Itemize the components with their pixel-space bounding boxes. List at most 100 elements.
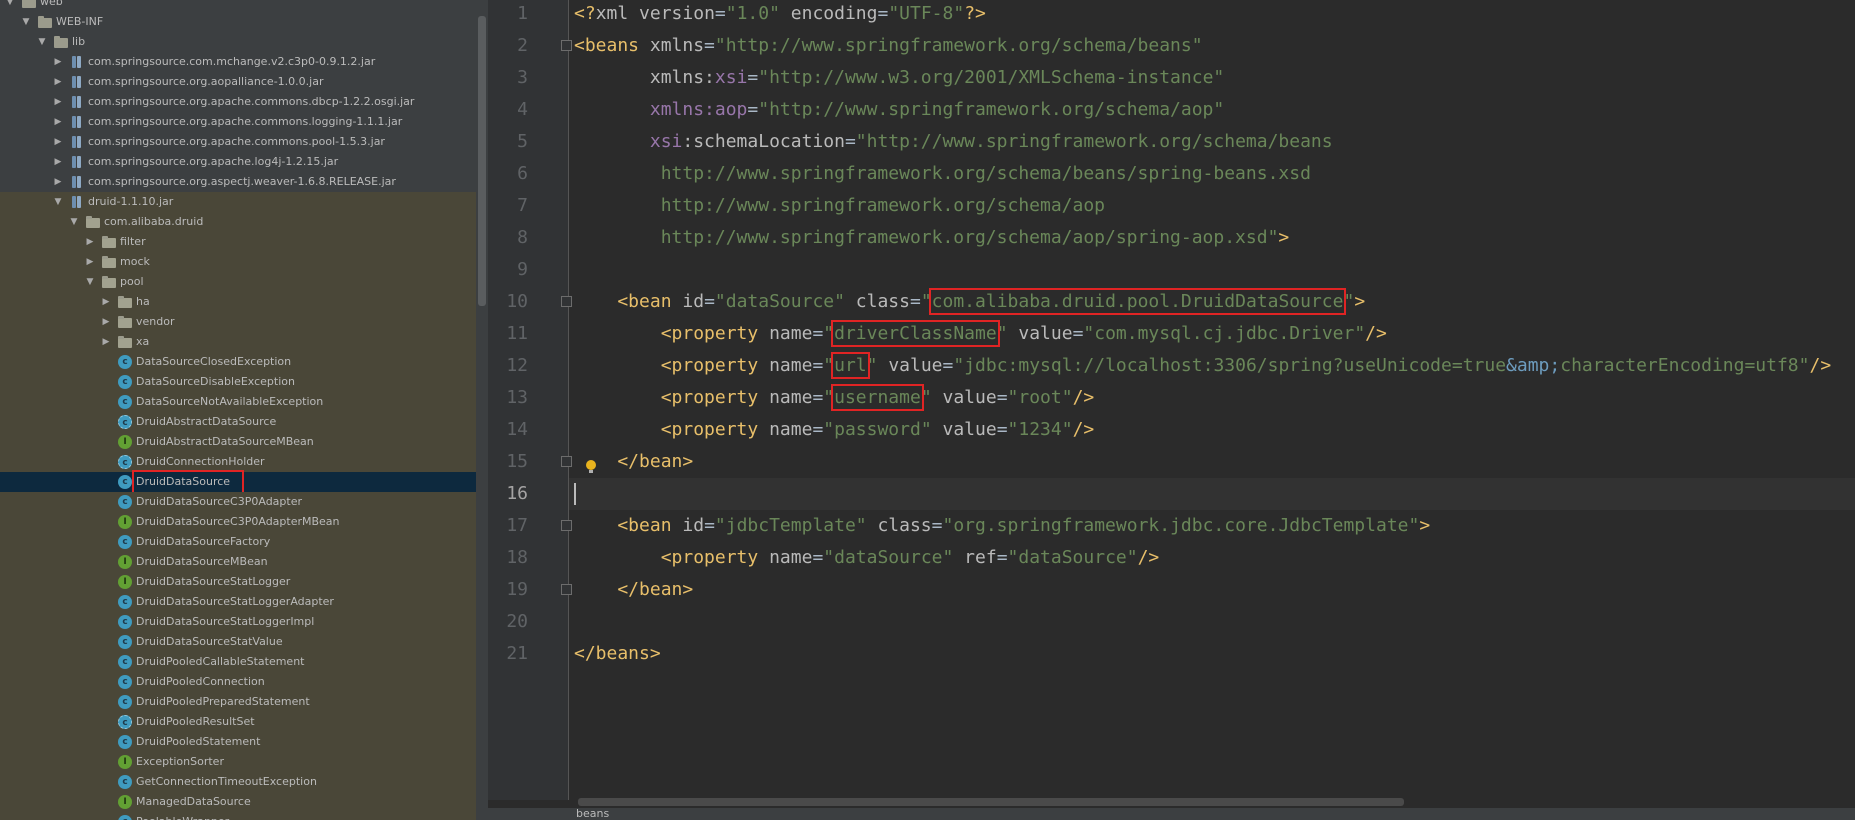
editor-breadcrumb[interactable]: beans [488,807,1855,820]
expand-arrow-open-icon[interactable]: ▼ [68,212,80,232]
expand-arrow-closed-icon[interactable]: ▶ [100,292,112,312]
tree-item[interactable]: c DruidDataSourceStatLoggerImpl [0,612,476,632]
line-number[interactable]: 12 [488,350,528,382]
tree-item[interactable]: I DruidDataSourceStatLogger [0,572,476,592]
tree-item[interactable]: ▼ WEB-INF [0,12,476,32]
expand-arrow-closed-icon[interactable]: ▶ [52,112,64,132]
tree-item[interactable]: ▶ ha [0,292,476,312]
tree-item[interactable]: ▼ pool [0,272,476,292]
line-number[interactable]: 2 [488,30,528,62]
tree-item[interactable]: c DruidDataSourceFactory [0,532,476,552]
tree-item[interactable]: c DruidPooledPreparedStatement [0,692,476,712]
tree-item[interactable]: ▼ web [0,0,476,12]
line-number[interactable]: 16 [488,478,528,510]
project-tree[interactable]: ▼ web ▼ WEB-INF ▼ lib ▶ com.springsource.com.mc… [0,0,488,820]
code-line[interactable]: <beans xmlns="http://www.springframework… [574,30,1203,62]
expand-arrow-open-icon[interactable]: ▼ [20,12,32,32]
expand-arrow-closed-icon[interactable]: ▶ [100,312,112,332]
tree-item[interactable]: ▶ com.springsource.org.apache.commons.poo… [0,132,476,152]
tree-item[interactable]: I ExceptionSorter [0,752,476,772]
tree-item[interactable]: c DataSourceClosedException [0,352,476,372]
line-number[interactable]: 18 [488,542,528,574]
lightbulb-icon[interactable] [585,460,597,474]
project-tree-scroll-thumb[interactable] [478,16,486,306]
code-line[interactable]: <property name="dataSource" ref="dataSou… [574,542,1160,574]
editor-horizontal-scrollbar[interactable] [578,798,1404,806]
code-line[interactable]: http://www.springframework.org/schema/ao… [574,222,1290,254]
tree-item[interactable]: c DruidConnectionHolder [0,452,476,472]
tree-item[interactable]: c DruidDataSource [0,470,476,494]
tree-item[interactable]: ▼ lib [0,32,476,52]
code-line[interactable]: http://www.springframework.org/schema/be… [574,158,1311,190]
project-tree-scrollbar[interactable] [476,0,488,820]
expand-arrow-closed-icon[interactable]: ▶ [52,132,64,152]
tree-item[interactable]: c PoolableWrapper [0,812,476,820]
code-line[interactable]: http://www.springframework.org/schema/ao… [574,190,1105,222]
code-line[interactable]: xmlns:xsi="http://www.w3.org/2001/XMLSch… [574,62,1224,94]
expand-arrow-closed-icon[interactable]: ▶ [52,52,64,72]
line-number[interactable]: 1 [488,0,528,30]
code-editor[interactable]: 1 2 3 4 5 6 7 8 9 10 11 12 13 14 15 16 17 18 19 20 21 <?xml … [488,0,1855,820]
tree-item[interactable]: c GetConnectionTimeoutException [0,772,476,792]
line-number[interactable]: 19 [488,574,528,606]
line-number[interactable]: 13 [488,382,528,414]
line-number[interactable]: 21 [488,638,528,670]
tree-item[interactable]: ▶ com.springsource.org.aopalliance-1.0.0.… [0,72,476,92]
tree-item[interactable]: ▶ xa [0,332,476,352]
tree-item[interactable]: ▶ com.springsource.org.apache.commons.dbc… [0,92,476,112]
code-line[interactable]: <bean id="dataSource" class="com.alibaba… [574,286,1365,318]
line-number[interactable]: 11 [488,318,528,350]
fold-marker-icon[interactable] [561,456,572,467]
tree-item[interactable]: c DruidPooledConnection [0,672,476,692]
line-number[interactable]: 14 [488,414,528,446]
expand-arrow-open-icon[interactable]: ▼ [36,32,48,52]
line-number[interactable]: 17 [488,510,528,542]
expand-arrow-closed-icon[interactable]: ▶ [84,232,96,252]
tree-item[interactable]: ▶ com.springsource.com.mchange.v2.c3p0-0.… [0,52,476,72]
expand-arrow-closed-icon[interactable]: ▶ [52,92,64,112]
expand-arrow-closed-icon[interactable]: ▶ [52,72,64,92]
tree-item[interactable]: ▶ filter [0,232,476,252]
tree-item[interactable]: I DruidAbstractDataSourceMBean [0,432,476,452]
tree-item[interactable]: c DruidAbstractDataSource [0,412,476,432]
expand-arrow-closed-icon[interactable]: ▶ [100,332,112,352]
expand-arrow-open-icon[interactable]: ▼ [84,272,96,292]
expand-arrow-open-icon[interactable]: ▼ [4,0,16,12]
tree-item[interactable]: ▶ vendor [0,312,476,332]
line-number[interactable]: 4 [488,94,528,126]
tree-item[interactable]: I DruidDataSourceC3P0AdapterMBean [0,512,476,532]
line-number[interactable]: 6 [488,158,528,190]
line-number[interactable]: 8 [488,222,528,254]
tree-item[interactable]: c DruidDataSourceStatValue [0,632,476,652]
fold-marker-icon[interactable] [561,296,572,307]
code-line[interactable]: <property name="driverClassName" value="… [574,318,1387,350]
line-number[interactable]: 3 [488,62,528,94]
expand-arrow-closed-icon[interactable]: ▶ [52,152,64,172]
tree-item[interactable]: ▶ com.springsource.org.apache.commons.log… [0,112,476,132]
line-number[interactable]: 9 [488,254,528,286]
code-line[interactable]: <property name="url" value="jdbc:mysql:/… [574,350,1831,382]
code-line[interactable]: xmlns:aop="http://www.springframework.or… [574,94,1224,126]
tree-item[interactable]: ▼ com.alibaba.druid [0,212,476,232]
line-number[interactable]: 10 [488,286,528,318]
code-line[interactable]: </bean> [574,574,693,606]
tree-item[interactable]: c DruidPooledCallableStatement [0,652,476,672]
line-number[interactable]: 15 [488,446,528,478]
tree-item[interactable]: c DruidDataSourceC3P0Adapter [0,492,476,512]
tree-item[interactable]: ▶ mock [0,252,476,272]
code-line[interactable]: <property name="password" value="1234"/> [574,414,1095,446]
tree-item[interactable]: c DataSourceNotAvailableException [0,392,476,412]
tree-item[interactable]: I ManagedDataSource [0,792,476,812]
tree-item[interactable]: c DruidDataSourceStatLoggerAdapter [0,592,476,612]
expand-arrow-closed-icon[interactable]: ▶ [84,252,96,272]
code-line[interactable]: </beans> [574,638,661,670]
tree-item[interactable]: ▼ druid-1.1.10.jar [0,192,476,212]
tree-item[interactable]: c DruidPooledResultSet [0,712,476,732]
breadcrumb-item[interactable]: beans [576,807,609,820]
expand-arrow-closed-icon[interactable]: ▶ [52,172,64,192]
tree-item[interactable]: ▶ com.springsource.org.apache.log4j-1.2.1… [0,152,476,172]
line-number[interactable]: 5 [488,126,528,158]
code-line[interactable]: <bean id="jdbcTemplate" class="org.sprin… [574,510,1430,542]
fold-marker-icon[interactable] [561,584,572,595]
line-number[interactable]: 7 [488,190,528,222]
